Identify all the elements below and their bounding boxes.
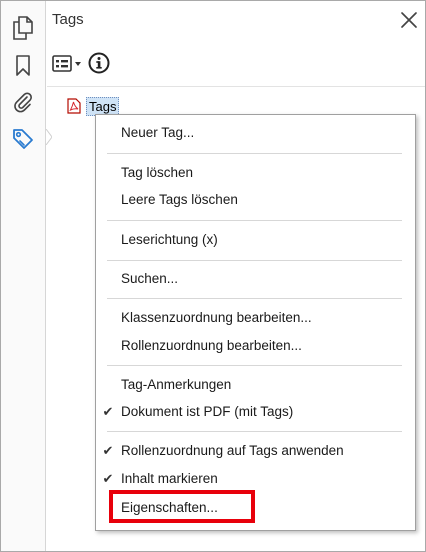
- menu-item-delete-tag[interactable]: Tag löschen: [96, 160, 415, 186]
- menu-item-edit-class-map[interactable]: Klassenzuordnung bearbeiten...: [96, 305, 415, 331]
- menu-item-label: Inhalt markieren: [121, 471, 218, 486]
- menu-item-edit-role-map[interactable]: Rollenzuordnung bearbeiten...: [96, 333, 415, 359]
- menu-separator: [107, 153, 402, 154]
- menu-item-label: Tag-Anmerkungen: [121, 377, 232, 392]
- pages-icon[interactable]: [9, 14, 37, 42]
- menu-separator: [107, 431, 402, 432]
- menu-item-apply-role-map[interactable]: ✔ Rollenzuordnung auf Tags anwenden: [96, 438, 415, 464]
- checkmark-icon: ✔: [102, 471, 114, 486]
- menu-item-label: Leserichtung (x): [121, 232, 218, 247]
- menu-item-tag-annotations[interactable]: Tag-Anmerkungen: [96, 372, 415, 398]
- menu-item-label: Leere Tags löschen: [121, 192, 238, 207]
- tree-root-node[interactable]: Tags: [67, 96, 120, 116]
- checkmark-icon: ✔: [102, 443, 114, 458]
- highlight-box: [109, 490, 255, 523]
- attachment-icon[interactable]: [9, 88, 37, 116]
- active-rail-pointer: [45, 129, 52, 145]
- navigation-rail: [1, 1, 46, 551]
- panel-toolbar: [52, 51, 422, 77]
- menu-item-delete-empty-tags[interactable]: Leere Tags löschen: [96, 187, 415, 213]
- menu-item-label: Suchen...: [121, 271, 179, 286]
- menu-separator: [107, 260, 402, 261]
- tree-root-label[interactable]: Tags: [86, 96, 120, 116]
- toolbar-divider: [47, 86, 425, 87]
- tags-panel-window: Tags Tags Neuer Tag... Tag löschen Leere…: [0, 0, 426, 552]
- menu-item-label: Tag löschen: [121, 165, 194, 180]
- panel-title: Tags: [52, 11, 84, 28]
- tag-icon[interactable]: [9, 125, 37, 153]
- info-icon[interactable]: [88, 52, 110, 74]
- menu-item-new-tag[interactable]: Neuer Tag...: [96, 120, 415, 146]
- menu-item-highlight-content[interactable]: ✔ Inhalt markieren: [96, 466, 415, 492]
- menu-separator: [107, 298, 402, 299]
- menu-item-document-is-tagged-pdf[interactable]: ✔ Dokument ist PDF (mit Tags): [96, 399, 415, 425]
- menu-item-label: Rollenzuordnung bearbeiten...: [121, 338, 302, 353]
- menu-item-label: Neuer Tag...: [121, 125, 195, 140]
- bookmark-icon[interactable]: [9, 52, 37, 80]
- checkmark-icon: ✔: [102, 404, 114, 419]
- menu-item-label: Dokument ist PDF (mit Tags): [121, 404, 294, 419]
- menu-item-find[interactable]: Suchen...: [96, 266, 415, 292]
- menu-separator: [107, 365, 402, 366]
- pdf-file-icon: [67, 98, 81, 114]
- options-menu-icon[interactable]: [52, 53, 86, 75]
- context-menu: Neuer Tag... Tag löschen Leere Tags lösc…: [95, 114, 416, 531]
- menu-item-label: Klassenzuordnung bearbeiten...: [121, 310, 312, 325]
- menu-separator: [107, 220, 402, 221]
- menu-item-reading-order[interactable]: Leserichtung (x): [96, 227, 415, 253]
- close-icon[interactable]: [399, 10, 419, 30]
- menu-item-label: Rollenzuordnung auf Tags anwenden: [121, 443, 344, 458]
